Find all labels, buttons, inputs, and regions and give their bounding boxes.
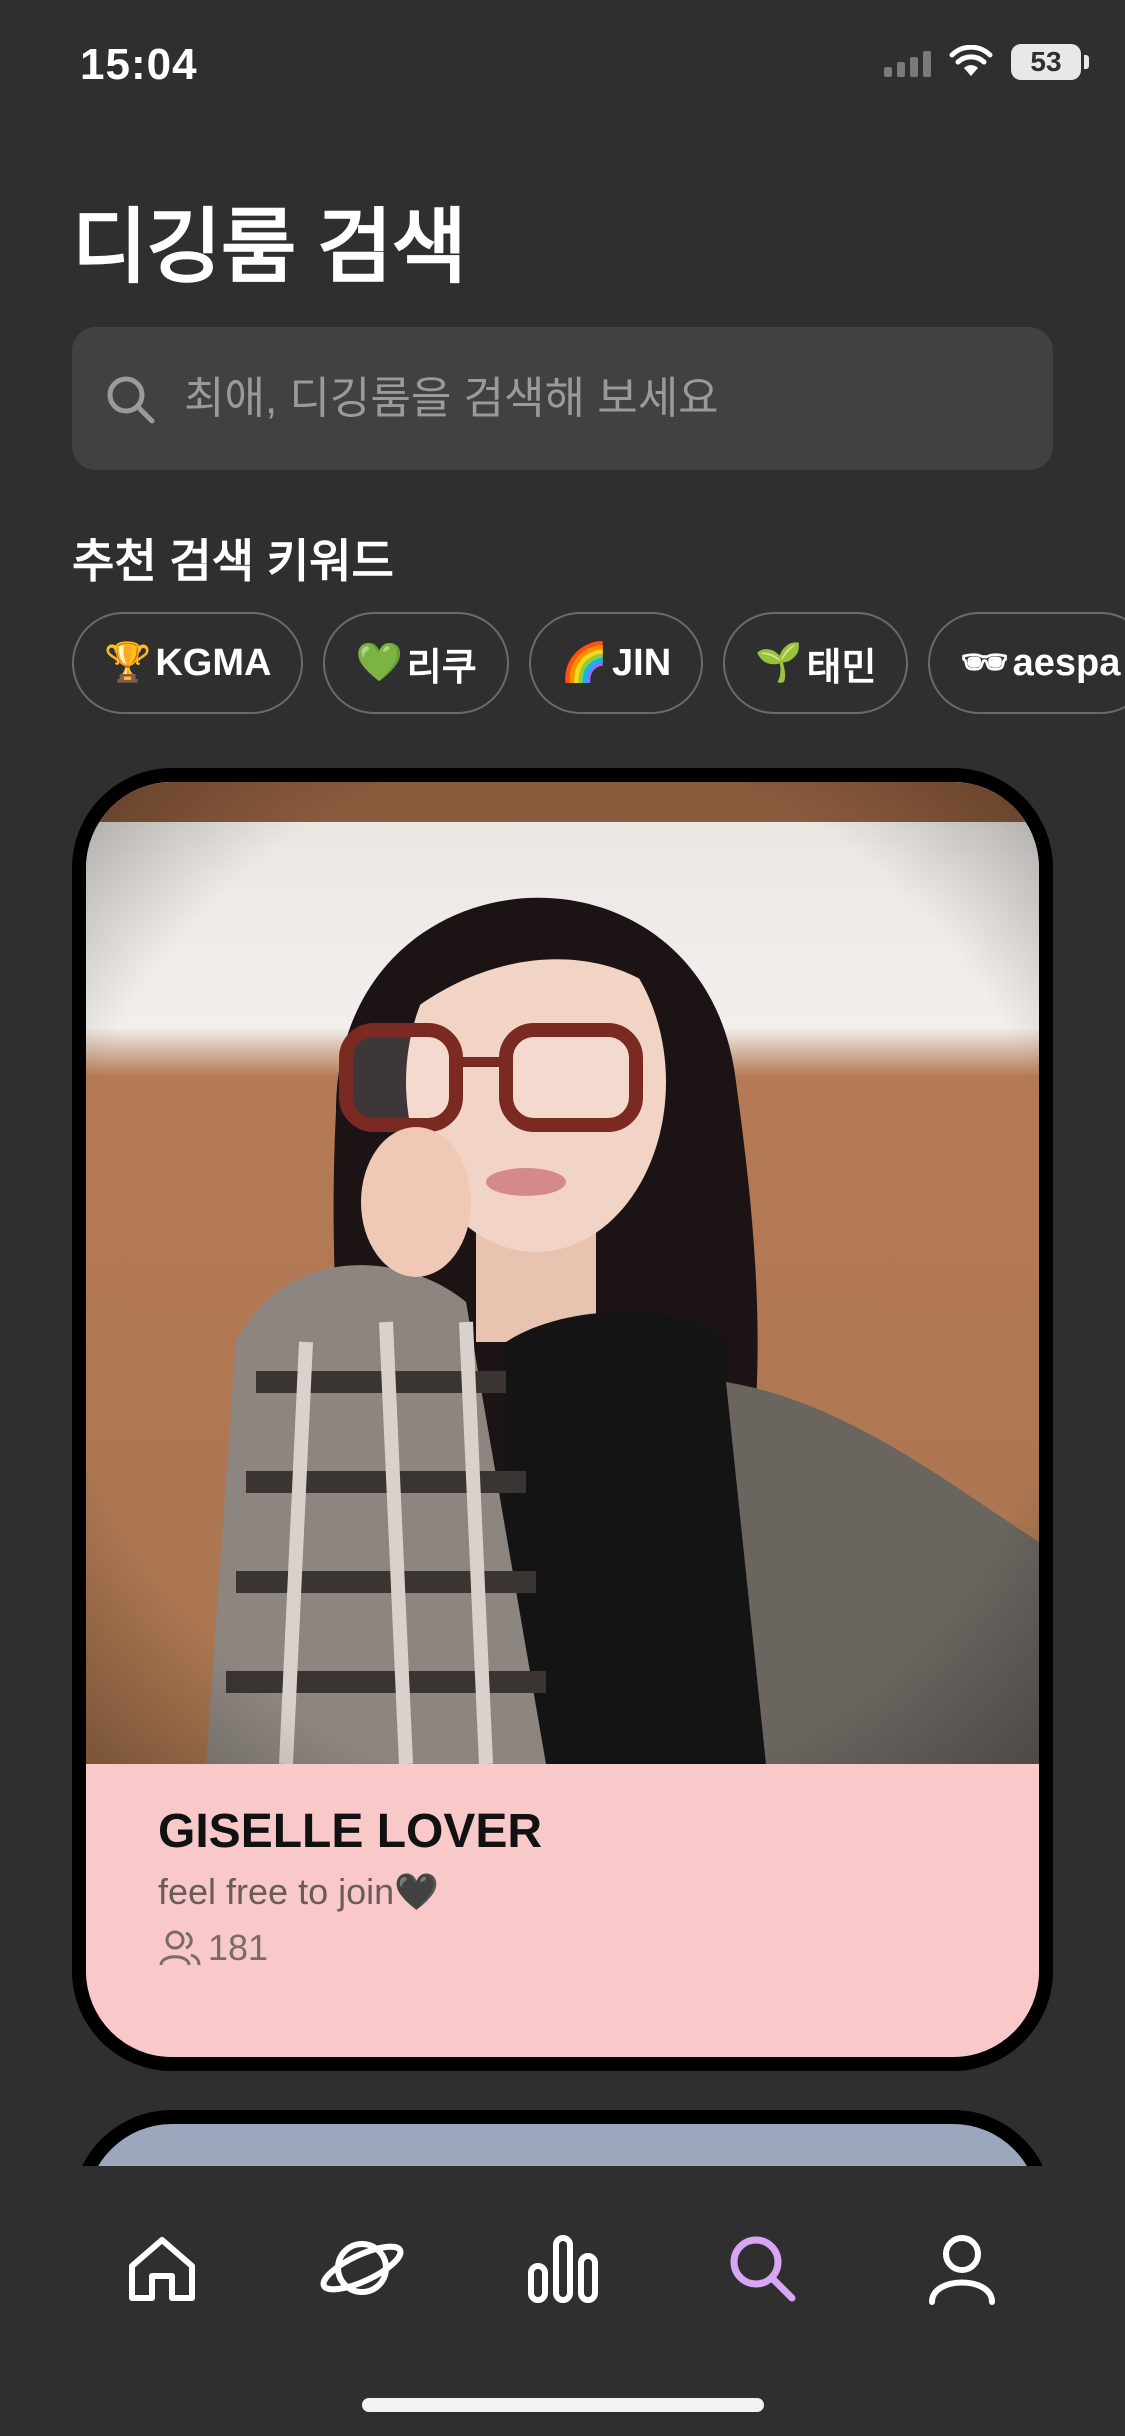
page-title: 디깅룸 검색 — [72, 202, 467, 293]
trophy-icon: 🏆 — [104, 642, 152, 684]
status-time: 15:04 — [80, 40, 198, 89]
member-count: 181 — [208, 1927, 269, 1968]
keyword-chip-riku[interactable]: 💚 리쿠 — [323, 612, 509, 714]
planet-icon — [320, 2241, 404, 2295]
keyword-chip-label: JIN — [612, 641, 672, 684]
room-cover-image — [86, 782, 1039, 1764]
rainbow-icon: 🌈 — [560, 642, 609, 684]
keyword-chip-kgma[interactable]: 🏆 KGMA — [72, 612, 304, 714]
room-description: feel free to join🖤 — [158, 1871, 439, 1912]
room-member-count: 181 — [158, 1927, 967, 1969]
keyword-chip-taemin[interactable]: 🌱 태민 — [723, 612, 909, 714]
tab-chart[interactable] — [513, 2218, 613, 2318]
room-info: GISELLE LOVER feel free to join🖤 181 — [86, 1764, 1039, 2057]
room-card-inner: GISELLE LOVER feel free to join🖤 181 — [86, 782, 1039, 2057]
search-icon — [730, 2236, 796, 2302]
room-card[interactable]: GISELLE LOVER feel free to join🖤 181 — [72, 768, 1053, 2071]
search-bar[interactable] — [72, 327, 1053, 470]
keyword-chip-list: 🏆 KGMA 💚 리쿠 🌈 JIN 🌱 태민 🕶 aespa — [72, 612, 1125, 714]
status-bar: 15:04 53 — [0, 0, 1125, 140]
green-heart-icon: 💚 — [355, 642, 403, 684]
keywords-title: 추천 검색 키워드 — [72, 535, 394, 587]
seedling-icon: 🌱 — [755, 642, 803, 684]
home-indicator[interactable] — [362, 2398, 764, 2412]
users-icon — [159, 1930, 201, 1966]
tab-search[interactable] — [712, 2218, 812, 2318]
keyword-chip-label: 리쿠 — [406, 646, 477, 689]
tab-home[interactable] — [112, 2218, 212, 2318]
keyword-chip-label: KGMA — [155, 641, 272, 684]
keyword-chip-jin[interactable]: 🌈 JIN — [528, 612, 704, 714]
chart-icon — [528, 2235, 598, 2303]
keyword-chip-label: aespa — [1012, 641, 1121, 684]
home-icon — [129, 2237, 195, 2301]
room-name: GISELLE LOVER — [158, 1805, 543, 1858]
keyword-chip-label: 태민 — [806, 646, 877, 689]
status-icons: 53 — [884, 44, 1089, 80]
cellular-signal-icon — [884, 47, 931, 77]
user-icon — [929, 2235, 995, 2305]
keyword-chip-aespa[interactable]: 🕶 aespa — [928, 612, 1125, 714]
battery-level: 53 — [1030, 46, 1062, 77]
battery-icon: 53 — [1011, 44, 1089, 80]
tab-bar — [0, 2166, 1125, 2436]
wifi-icon — [949, 45, 993, 76]
search-icon — [107, 376, 155, 423]
tab-profile[interactable] — [912, 2218, 1012, 2318]
sunglasses-icon: 🕶 — [960, 642, 1009, 684]
tab-explore[interactable] — [312, 2218, 412, 2318]
search-input[interactable] — [184, 373, 1053, 424]
